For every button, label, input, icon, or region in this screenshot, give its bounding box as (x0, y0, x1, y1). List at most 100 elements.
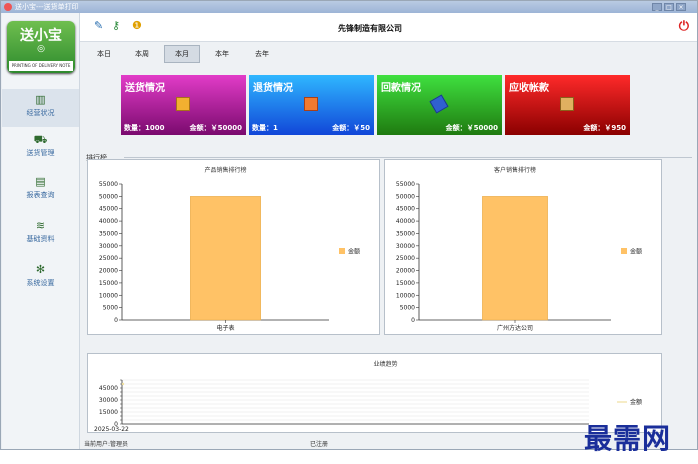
sidebar-item-label: 送货管理 (26, 149, 55, 157)
y-tick-label: 25000 (396, 255, 415, 262)
product-rank-chart: 产品销售排行榜 0 5000 10000 15000 20000 25000 30000 350… (99, 166, 360, 332)
money-icon (429, 94, 449, 114)
y-tick-label: 10000 (396, 292, 415, 299)
trend-chart-panel: 业绩趋势 0 15000 30000 45000 2025-03-22 金额 (87, 353, 662, 433)
logo-emblem-icon: ◎ (37, 44, 45, 54)
y-tick-label: 45000 (396, 206, 415, 213)
card-payments[interactable]: 回款情况 金额：￥50000 (377, 75, 502, 135)
title-bar: 送小宝---送货单打印 _ □ × (1, 1, 697, 13)
y-tick-label: 45000 (99, 206, 118, 213)
tab-last-year[interactable]: 去年 (244, 45, 280, 63)
card-delivery[interactable]: 送货情况 数量：1000 金额：￥50000 (121, 75, 246, 135)
truck-icon: ⛟ (33, 133, 48, 146)
data-point (121, 382, 125, 386)
trend-chart: 业绩趋势01500030000450002025-03-22金额 (94, 360, 642, 433)
bar-chart-icon: ▥ (35, 93, 46, 106)
y-tick-label: 35000 (396, 230, 415, 237)
power-icon[interactable]: ⏻ (679, 19, 689, 34)
sidebar: 送小宝 ◎ PRINTING OF DELIVERY NOTE ▥ 经营状况 ⛟… (2, 13, 80, 449)
tab-today[interactable]: 本日 (86, 45, 122, 63)
y-tick-label: 35000 (99, 230, 118, 237)
sidebar-item-settings[interactable]: ✻ 系统设置 (2, 263, 79, 293)
card-amount: 金额：￥50 (332, 124, 370, 132)
return-box-icon (304, 97, 318, 111)
y-tick-label: 5000 (103, 305, 118, 312)
x-tick-label: 电子表 (216, 324, 234, 332)
tab-month[interactable]: 本月 (164, 45, 200, 63)
sidebar-item-label: 报表查询 (26, 191, 55, 199)
x-tick-label: 2025-03-22 (94, 426, 129, 432)
y-tick-label: 15000 (99, 409, 118, 416)
legend-label: 金额 (630, 248, 642, 256)
legend-label: 金额 (630, 398, 642, 406)
app-window: 送小宝---送货单打印 _ □ × 送小宝 ◎ PRINTING OF DELI… (0, 0, 698, 450)
box-icon (176, 97, 190, 111)
bar (190, 196, 261, 321)
wallet-icon (560, 97, 574, 111)
product-rank-chart-panel: 产品销售排行榜 0 5000 10000 15000 20000 25000 30000 350… (87, 159, 380, 335)
sidebar-item-business[interactable]: ▥ 经营状况 (2, 89, 79, 127)
minimize-button[interactable]: _ (652, 3, 662, 11)
legend-label: 金额 (348, 248, 360, 256)
y-tick-label: 0 (114, 317, 118, 324)
sidebar-item-label: 系统设置 (26, 279, 55, 287)
sidebar-item-basedata[interactable]: ≋ 基础资料 (2, 219, 79, 249)
y-tick-label: 30000 (396, 243, 415, 250)
window-title: 送小宝---送货单打印 (15, 3, 79, 11)
y-tick-label: 45000 (99, 385, 118, 392)
x-tick-label: 广州方达公司 (497, 324, 533, 332)
watermark: 最需网 (584, 422, 672, 455)
y-tick-label: 0 (411, 317, 415, 324)
logo-subtitle: PRINTING OF DELIVERY NOTE (9, 61, 73, 71)
y-tick-label: 50000 (396, 193, 415, 200)
database-icon: ≋ (35, 219, 46, 232)
card-quantity: 数量：1000 (124, 124, 165, 132)
card-title: 送货情况 (125, 83, 165, 94)
y-tick-label: 50000 (99, 193, 118, 200)
sidebar-item-label: 基础资料 (26, 235, 55, 243)
chart-title: 客户销售排行榜 (494, 166, 536, 174)
y-tick-label: 15000 (99, 280, 118, 287)
card-amount: 金额：￥50000 (189, 124, 242, 132)
customer-rank-chart: 客户销售排行榜 0 5000 10000 15000 20000 25000 30000 350… (396, 166, 642, 332)
chart-title: 产品销售排行榜 (204, 166, 246, 174)
gear-icon: ✻ (35, 263, 46, 276)
main-content: ✎ ⚷ ❶ 先锋制造有限公司 ⏻ 本日 本周 本月 本年 去年 送货情况 数量：… (80, 13, 697, 449)
card-title: 回款情况 (381, 83, 421, 94)
card-title: 应收帐款 (509, 83, 549, 94)
card-amount: 金额：￥50000 (445, 124, 498, 132)
y-tick-label: 5000 (400, 305, 415, 312)
maximize-button[interactable]: □ (664, 3, 674, 11)
app-icon (4, 3, 12, 11)
sidebar-item-reports[interactable]: ▤ 报表查询 (2, 175, 79, 205)
card-receivables[interactable]: 应收帐款 金额：￥950 (505, 75, 630, 135)
chart-title: 业绩趋势 (373, 360, 397, 368)
y-tick-label: 15000 (396, 280, 415, 287)
company-name: 先锋制造有限公司 (338, 24, 402, 33)
card-returns[interactable]: 退货情况 数量：1 金额：￥50 (249, 75, 374, 135)
sidebar-item-delivery[interactable]: ⛟ 送货管理 (2, 133, 79, 163)
bar (482, 196, 548, 321)
card-amount: 金额：￥950 (583, 124, 626, 132)
close-button[interactable]: × (676, 3, 686, 11)
group-divider (124, 157, 692, 158)
current-user: 当前用户:管理员 (84, 441, 129, 448)
y-tick-label: 20000 (99, 268, 118, 275)
card-title: 退货情况 (253, 83, 293, 94)
top-bar: ✎ ⚷ ❶ 先锋制造有限公司 ⏻ (80, 13, 697, 42)
tab-year[interactable]: 本年 (204, 45, 240, 63)
y-tick-label: 30000 (99, 397, 118, 404)
y-tick-label: 40000 (396, 218, 415, 225)
tab-week[interactable]: 本周 (124, 45, 160, 63)
legend-swatch (339, 248, 345, 254)
legend-swatch (621, 248, 627, 254)
customer-rank-chart-panel: 客户销售排行榜 0 5000 10000 15000 20000 25000 30000 350… (384, 159, 662, 335)
y-tick-label: 55000 (396, 181, 415, 188)
report-icon: ▤ (35, 175, 46, 188)
card-quantity: 数量：1 (252, 124, 278, 132)
y-tick-label: 55000 (99, 181, 118, 188)
y-tick-label: 25000 (99, 255, 118, 262)
y-tick-label: 20000 (396, 268, 415, 275)
registration-status: 已注册 (310, 441, 329, 448)
y-tick-label: 10000 (99, 292, 118, 299)
